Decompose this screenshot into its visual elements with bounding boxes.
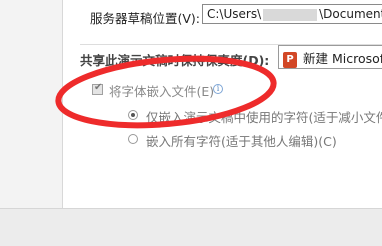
embed-all-chars-label: 嵌入所有字符(适于其他人编辑)(C) bbox=[146, 134, 337, 149]
document-select[interactable]: P 新建 Microsoft bbox=[278, 45, 382, 69]
embed-fonts-checkbox[interactable]: ✔ bbox=[92, 82, 103, 95]
radio-selected-dot bbox=[131, 113, 135, 117]
document-name: 新建 Microsoft bbox=[303, 51, 382, 66]
word-doc-icon: P bbox=[283, 51, 297, 68]
left-nav-strip bbox=[0, 0, 62, 208]
embed-used-chars-radio[interactable] bbox=[128, 110, 138, 120]
info-icon[interactable]: i bbox=[213, 84, 223, 94]
options-panel bbox=[62, 0, 382, 208]
redacted-username bbox=[263, 8, 318, 21]
checkmark-icon: ✔ bbox=[94, 82, 103, 93]
embed-all-chars-radio[interactable] bbox=[128, 134, 138, 144]
server-drafts-label: 服务器草稿位置(V): bbox=[90, 11, 201, 26]
server-drafts-path-input[interactable]: C:\Users\ \Documents bbox=[202, 4, 382, 24]
embed-used-chars-label: 仅嵌入演示文稿中使用的字符(适于减小文件大 bbox=[146, 110, 382, 125]
dialog-bottom-bar bbox=[0, 208, 382, 246]
path-suffix: \Documents bbox=[319, 7, 382, 21]
embed-fonts-label: 将字体嵌入文件(E) bbox=[109, 84, 215, 99]
fidelity-section-label: 共享此演示文稿时保持保真度(D): bbox=[80, 53, 270, 68]
path-prefix: C:\Users\ bbox=[207, 7, 262, 21]
